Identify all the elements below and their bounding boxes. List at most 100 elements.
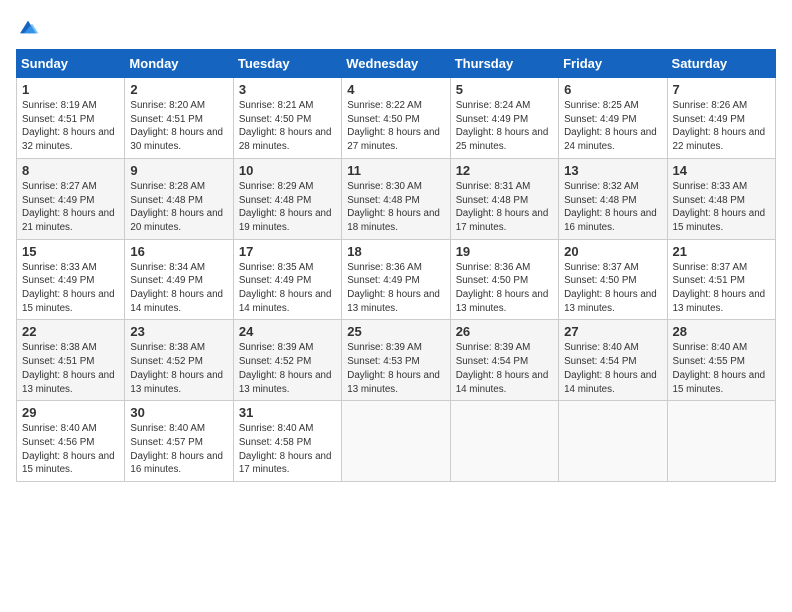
day-info: Sunrise: 8:38 AM Sunset: 4:51 PM Dayligh… bbox=[22, 341, 119, 396]
calendar-cell: 19 Sunrise: 8:36 AM Sunset: 4:50 PM Dayl… bbox=[450, 239, 558, 320]
day-number: 13 bbox=[564, 163, 661, 178]
calendar-cell: 23 Sunrise: 8:38 AM Sunset: 4:52 PM Dayl… bbox=[125, 320, 233, 401]
day-info: Sunrise: 8:22 AM Sunset: 4:50 PM Dayligh… bbox=[347, 99, 444, 154]
calendar-cell: 28 Sunrise: 8:40 AM Sunset: 4:55 PM Dayl… bbox=[667, 320, 775, 401]
day-info: Sunrise: 8:34 AM Sunset: 4:49 PM Dayligh… bbox=[130, 261, 227, 316]
day-info: Sunrise: 8:39 AM Sunset: 4:52 PM Dayligh… bbox=[239, 341, 336, 396]
day-info: Sunrise: 8:36 AM Sunset: 4:50 PM Dayligh… bbox=[456, 261, 553, 316]
day-number: 8 bbox=[22, 163, 119, 178]
day-info: Sunrise: 8:33 AM Sunset: 4:49 PM Dayligh… bbox=[22, 261, 119, 316]
calendar-cell: 17 Sunrise: 8:35 AM Sunset: 4:49 PM Dayl… bbox=[233, 239, 341, 320]
day-info: Sunrise: 8:40 AM Sunset: 4:58 PM Dayligh… bbox=[239, 422, 336, 477]
day-number: 15 bbox=[22, 244, 119, 259]
calendar-cell bbox=[667, 401, 775, 482]
day-number: 22 bbox=[22, 324, 119, 339]
calendar-cell: 6 Sunrise: 8:25 AM Sunset: 4:49 PM Dayli… bbox=[559, 78, 667, 159]
day-info: Sunrise: 8:40 AM Sunset: 4:54 PM Dayligh… bbox=[564, 341, 661, 396]
calendar-cell: 4 Sunrise: 8:22 AM Sunset: 4:50 PM Dayli… bbox=[342, 78, 450, 159]
calendar-cell: 10 Sunrise: 8:29 AM Sunset: 4:48 PM Dayl… bbox=[233, 158, 341, 239]
calendar-cell: 7 Sunrise: 8:26 AM Sunset: 4:49 PM Dayli… bbox=[667, 78, 775, 159]
calendar-cell: 21 Sunrise: 8:37 AM Sunset: 4:51 PM Dayl… bbox=[667, 239, 775, 320]
calendar-cell: 15 Sunrise: 8:33 AM Sunset: 4:49 PM Dayl… bbox=[17, 239, 125, 320]
day-number: 1 bbox=[22, 82, 119, 97]
calendar-cell: 2 Sunrise: 8:20 AM Sunset: 4:51 PM Dayli… bbox=[125, 78, 233, 159]
day-header-wednesday: Wednesday bbox=[342, 50, 450, 78]
calendar-week-row: 29 Sunrise: 8:40 AM Sunset: 4:56 PM Dayl… bbox=[17, 401, 776, 482]
calendar-week-row: 15 Sunrise: 8:33 AM Sunset: 4:49 PM Dayl… bbox=[17, 239, 776, 320]
day-header-tuesday: Tuesday bbox=[233, 50, 341, 78]
calendar-cell: 30 Sunrise: 8:40 AM Sunset: 4:57 PM Dayl… bbox=[125, 401, 233, 482]
day-number: 19 bbox=[456, 244, 553, 259]
calendar-table: SundayMondayTuesdayWednesdayThursdayFrid… bbox=[16, 49, 776, 482]
day-number: 26 bbox=[456, 324, 553, 339]
day-number: 9 bbox=[130, 163, 227, 178]
day-info: Sunrise: 8:25 AM Sunset: 4:49 PM Dayligh… bbox=[564, 99, 661, 154]
calendar-week-row: 8 Sunrise: 8:27 AM Sunset: 4:49 PM Dayli… bbox=[17, 158, 776, 239]
calendar-cell: 8 Sunrise: 8:27 AM Sunset: 4:49 PM Dayli… bbox=[17, 158, 125, 239]
day-info: Sunrise: 8:26 AM Sunset: 4:49 PM Dayligh… bbox=[673, 99, 770, 154]
day-header-saturday: Saturday bbox=[667, 50, 775, 78]
calendar-cell: 25 Sunrise: 8:39 AM Sunset: 4:53 PM Dayl… bbox=[342, 320, 450, 401]
calendar-cell: 26 Sunrise: 8:39 AM Sunset: 4:54 PM Dayl… bbox=[450, 320, 558, 401]
day-number: 20 bbox=[564, 244, 661, 259]
day-info: Sunrise: 8:37 AM Sunset: 4:51 PM Dayligh… bbox=[673, 261, 770, 316]
day-info: Sunrise: 8:38 AM Sunset: 4:52 PM Dayligh… bbox=[130, 341, 227, 396]
calendar-cell: 9 Sunrise: 8:28 AM Sunset: 4:48 PM Dayli… bbox=[125, 158, 233, 239]
calendar-header-row: SundayMondayTuesdayWednesdayThursdayFrid… bbox=[17, 50, 776, 78]
day-info: Sunrise: 8:20 AM Sunset: 4:51 PM Dayligh… bbox=[130, 99, 227, 154]
calendar-week-row: 1 Sunrise: 8:19 AM Sunset: 4:51 PM Dayli… bbox=[17, 78, 776, 159]
day-number: 31 bbox=[239, 405, 336, 420]
calendar-cell: 27 Sunrise: 8:40 AM Sunset: 4:54 PM Dayl… bbox=[559, 320, 667, 401]
day-number: 25 bbox=[347, 324, 444, 339]
day-number: 24 bbox=[239, 324, 336, 339]
day-number: 3 bbox=[239, 82, 336, 97]
day-number: 14 bbox=[673, 163, 770, 178]
day-number: 16 bbox=[130, 244, 227, 259]
day-number: 18 bbox=[347, 244, 444, 259]
day-header-monday: Monday bbox=[125, 50, 233, 78]
day-info: Sunrise: 8:19 AM Sunset: 4:51 PM Dayligh… bbox=[22, 99, 119, 154]
day-info: Sunrise: 8:40 AM Sunset: 4:55 PM Dayligh… bbox=[673, 341, 770, 396]
page-header bbox=[16, 16, 776, 37]
day-number: 28 bbox=[673, 324, 770, 339]
calendar-cell: 24 Sunrise: 8:39 AM Sunset: 4:52 PM Dayl… bbox=[233, 320, 341, 401]
day-info: Sunrise: 8:37 AM Sunset: 4:50 PM Dayligh… bbox=[564, 261, 661, 316]
day-number: 11 bbox=[347, 163, 444, 178]
calendar-cell: 22 Sunrise: 8:38 AM Sunset: 4:51 PM Dayl… bbox=[17, 320, 125, 401]
day-number: 2 bbox=[130, 82, 227, 97]
day-info: Sunrise: 8:30 AM Sunset: 4:48 PM Dayligh… bbox=[347, 180, 444, 235]
calendar-cell bbox=[450, 401, 558, 482]
day-info: Sunrise: 8:39 AM Sunset: 4:54 PM Dayligh… bbox=[456, 341, 553, 396]
day-info: Sunrise: 8:39 AM Sunset: 4:53 PM Dayligh… bbox=[347, 341, 444, 396]
day-info: Sunrise: 8:33 AM Sunset: 4:48 PM Dayligh… bbox=[673, 180, 770, 235]
day-number: 12 bbox=[456, 163, 553, 178]
calendar-cell: 18 Sunrise: 8:36 AM Sunset: 4:49 PM Dayl… bbox=[342, 239, 450, 320]
day-number: 23 bbox=[130, 324, 227, 339]
day-info: Sunrise: 8:31 AM Sunset: 4:48 PM Dayligh… bbox=[456, 180, 553, 235]
day-info: Sunrise: 8:21 AM Sunset: 4:50 PM Dayligh… bbox=[239, 99, 336, 154]
day-info: Sunrise: 8:40 AM Sunset: 4:56 PM Dayligh… bbox=[22, 422, 119, 477]
day-info: Sunrise: 8:35 AM Sunset: 4:49 PM Dayligh… bbox=[239, 261, 336, 316]
day-info: Sunrise: 8:36 AM Sunset: 4:49 PM Dayligh… bbox=[347, 261, 444, 316]
calendar-cell: 12 Sunrise: 8:31 AM Sunset: 4:48 PM Dayl… bbox=[450, 158, 558, 239]
logo bbox=[16, 16, 44, 37]
calendar-cell: 29 Sunrise: 8:40 AM Sunset: 4:56 PM Dayl… bbox=[17, 401, 125, 482]
calendar-cell: 11 Sunrise: 8:30 AM Sunset: 4:48 PM Dayl… bbox=[342, 158, 450, 239]
calendar-cell: 5 Sunrise: 8:24 AM Sunset: 4:49 PM Dayli… bbox=[450, 78, 558, 159]
logo-icon bbox=[16, 17, 40, 37]
day-info: Sunrise: 8:32 AM Sunset: 4:48 PM Dayligh… bbox=[564, 180, 661, 235]
calendar-cell: 1 Sunrise: 8:19 AM Sunset: 4:51 PM Dayli… bbox=[17, 78, 125, 159]
day-info: Sunrise: 8:28 AM Sunset: 4:48 PM Dayligh… bbox=[130, 180, 227, 235]
calendar-cell: 14 Sunrise: 8:33 AM Sunset: 4:48 PM Dayl… bbox=[667, 158, 775, 239]
day-number: 10 bbox=[239, 163, 336, 178]
day-number: 4 bbox=[347, 82, 444, 97]
day-number: 7 bbox=[673, 82, 770, 97]
day-number: 21 bbox=[673, 244, 770, 259]
day-number: 5 bbox=[456, 82, 553, 97]
day-number: 29 bbox=[22, 405, 119, 420]
calendar-cell bbox=[559, 401, 667, 482]
day-number: 30 bbox=[130, 405, 227, 420]
calendar-cell: 13 Sunrise: 8:32 AM Sunset: 4:48 PM Dayl… bbox=[559, 158, 667, 239]
calendar-cell: 20 Sunrise: 8:37 AM Sunset: 4:50 PM Dayl… bbox=[559, 239, 667, 320]
day-number: 17 bbox=[239, 244, 336, 259]
